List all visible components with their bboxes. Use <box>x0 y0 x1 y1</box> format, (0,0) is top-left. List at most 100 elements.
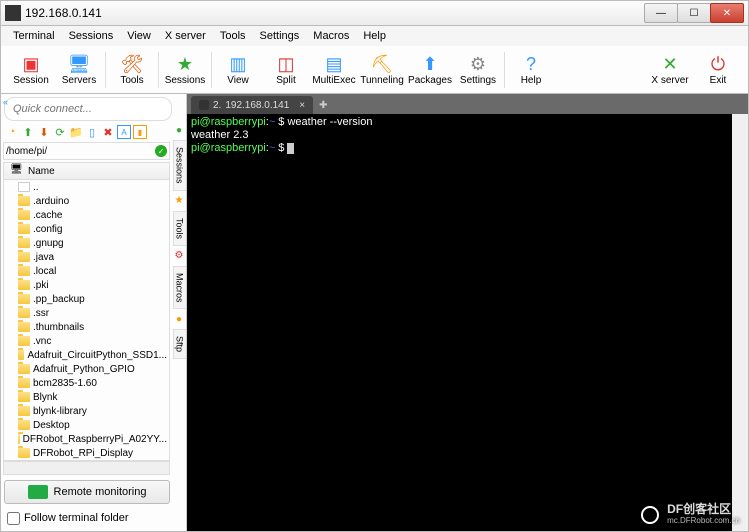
toggle-a-icon[interactable]: A <box>117 125 131 139</box>
file-row[interactable]: DFRobot_RaspberryPi_A02YY... <box>4 432 169 446</box>
delete-icon[interactable]: ✖ <box>101 125 115 139</box>
toolbar-view[interactable]: ▥View <box>214 48 262 92</box>
folder-icon[interactable]: 📁 <box>69 125 83 139</box>
folder-icon <box>18 364 30 374</box>
file-name: DFRobot_RPi_Display <box>33 448 133 459</box>
cursor <box>287 143 294 154</box>
remote-monitoring-button[interactable]: Remote monitoring <box>4 480 170 504</box>
toolbar-x-server[interactable]: ✕X server <box>646 48 694 92</box>
sidetab-tools[interactable]: Tools <box>173 211 186 246</box>
column-header[interactable]: 🖥 Name <box>3 162 170 180</box>
file-row[interactable]: Desktop <box>4 418 169 432</box>
refresh-icon[interactable]: ⟳ <box>53 125 67 139</box>
quick-connect-input[interactable] <box>4 97 172 121</box>
file-row[interactable]: blynk-library <box>4 404 169 418</box>
file-row[interactable]: .. <box>4 180 169 194</box>
header-icon: 🖥 <box>10 164 24 178</box>
window-title: 192.168.0.141 <box>25 6 645 20</box>
file-list[interactable]: ...arduino .cache .config.gnupg.java .local… <box>3 180 170 461</box>
maximize-button[interactable]: ☐ <box>677 3 711 23</box>
sidetab-sftp[interactable]: Sftp <box>173 329 186 359</box>
file-name: .pp_backup <box>33 294 85 305</box>
tab-close-icon[interactable]: × <box>299 100 305 111</box>
follow-checkbox-input[interactable] <box>7 512 20 525</box>
term-command: weather --version <box>287 116 372 128</box>
tools-icon: 🛠 <box>121 53 143 75</box>
folder-icon <box>18 224 30 234</box>
close-button[interactable]: ✕ <box>710 3 744 23</box>
sidetab-sftp-icon[interactable]: ● <box>173 313 185 325</box>
toolbar-sessions[interactable]: ★Sessions <box>161 48 209 92</box>
toolbar-label: MultiExec <box>312 75 355 86</box>
minimize-button[interactable]: — <box>644 3 678 23</box>
file-row[interactable]: Adafruit_Python_GPIO <box>4 362 169 376</box>
down-icon[interactable]: ⬇ <box>37 125 51 139</box>
menu-view[interactable]: View <box>121 28 157 44</box>
file-row[interactable]: .pp_backup <box>4 292 169 306</box>
file-row[interactable]: .arduino <box>4 194 169 208</box>
terminal-body[interactable]: pi@raspberrypi:~ $ weather --versionweat… <box>187 114 748 531</box>
file-row[interactable]: bcm2835-1.60 <box>4 376 169 390</box>
toolbar-label: Packages <box>408 75 452 86</box>
toolbar-help[interactable]: ?Help <box>507 48 555 92</box>
file-name: .local <box>33 266 56 277</box>
terminal-area: 2. 192.168.0.141 × ✚ pi@raspberrypi:~ $ … <box>187 94 748 531</box>
file-name: .cache <box>33 210 62 221</box>
toolbar-session[interactable]: ▣Session <box>7 48 55 92</box>
terminal-tabbar: 2. 192.168.0.141 × ✚ <box>187 94 748 114</box>
toolbar-tunneling[interactable]: ⛏Tunneling <box>358 48 406 92</box>
file-row[interactable]: .thumbnails <box>4 320 169 334</box>
sidetab-macros[interactable]: Macros <box>173 266 186 310</box>
toggle-b-icon[interactable]: ▮ <box>133 125 147 139</box>
help-icon: ? <box>520 53 542 75</box>
terminal-scrollbar[interactable] <box>732 114 748 531</box>
menu-tools[interactable]: Tools <box>214 28 252 44</box>
new-tab-button[interactable]: ✚ <box>313 96 333 114</box>
path-bar[interactable]: /home/pi/ ✓ <box>3 142 170 160</box>
toolbar-split[interactable]: ◫Split <box>262 48 310 92</box>
toolbar-settings[interactable]: ⚙Settings <box>454 48 502 92</box>
menu-sessions[interactable]: Sessions <box>63 28 120 44</box>
disk-icon[interactable]: ◔ <box>5 125 19 139</box>
folder-icon <box>18 280 30 290</box>
follow-terminal-checkbox[interactable]: Follow terminal folder <box>7 509 180 527</box>
tab-index: 2. <box>213 100 221 111</box>
menu-macros[interactable]: Macros <box>307 28 355 44</box>
horizontal-scrollbar[interactable] <box>3 461 170 475</box>
up-icon[interactable]: ⬆ <box>21 125 35 139</box>
file-row[interactable]: .cache <box>4 208 169 222</box>
file-name: .config <box>33 224 62 235</box>
menu-settings[interactable]: Settings <box>254 28 306 44</box>
sidetab-tools-icon[interactable]: ★ <box>173 195 185 207</box>
toolbar-label: Servers <box>62 75 96 86</box>
toolbar-packages[interactable]: ⬆Packages <box>406 48 454 92</box>
file-row[interactable]: Adafruit_CircuitPython_SSD1... <box>4 348 169 362</box>
newfile-icon[interactable]: ▯ <box>85 125 99 139</box>
path-ok-icon: ✓ <box>155 145 167 157</box>
file-name: bcm2835-1.60 <box>33 378 97 389</box>
side-tabs: ● Sessions ★ Tools ⚙ Macros ● Sftp <box>172 124 186 359</box>
toolbar-servers[interactable]: 🖥Servers <box>55 48 103 92</box>
toolbar-exit[interactable]: ⏻Exit <box>694 48 742 92</box>
file-row[interactable]: Blynk <box>4 390 169 404</box>
file-row[interactable]: .local <box>4 264 169 278</box>
sidetab-sessions-icon[interactable]: ● <box>173 124 185 136</box>
sidetab-macros-icon[interactable]: ⚙ <box>173 250 185 262</box>
file-row[interactable]: DFRobot_RPi_Display <box>4 446 169 460</box>
file-row[interactable]: .vnc <box>4 334 169 348</box>
file-row[interactable]: .config <box>4 222 169 236</box>
menu-x-server[interactable]: X server <box>159 28 212 44</box>
file-row[interactable]: .pki <box>4 278 169 292</box>
toolbar-multiexec[interactable]: ▤MultiExec <box>310 48 358 92</box>
sidetab-sessions[interactable]: Sessions <box>173 140 186 191</box>
file-row[interactable]: .ssr <box>4 306 169 320</box>
collapse-arrows-icon[interactable]: « <box>3 97 15 107</box>
watermark-main: DF创客社区 <box>667 503 740 515</box>
menu-help[interactable]: Help <box>357 28 392 44</box>
file-row[interactable]: .gnupg <box>4 236 169 250</box>
packages-icon: ⬆ <box>419 53 441 75</box>
toolbar-tools[interactable]: 🛠Tools <box>108 48 156 92</box>
menu-terminal[interactable]: Terminal <box>7 28 61 44</box>
file-row[interactable]: .java <box>4 250 169 264</box>
terminal-tab[interactable]: 2. 192.168.0.141 × <box>191 96 313 114</box>
